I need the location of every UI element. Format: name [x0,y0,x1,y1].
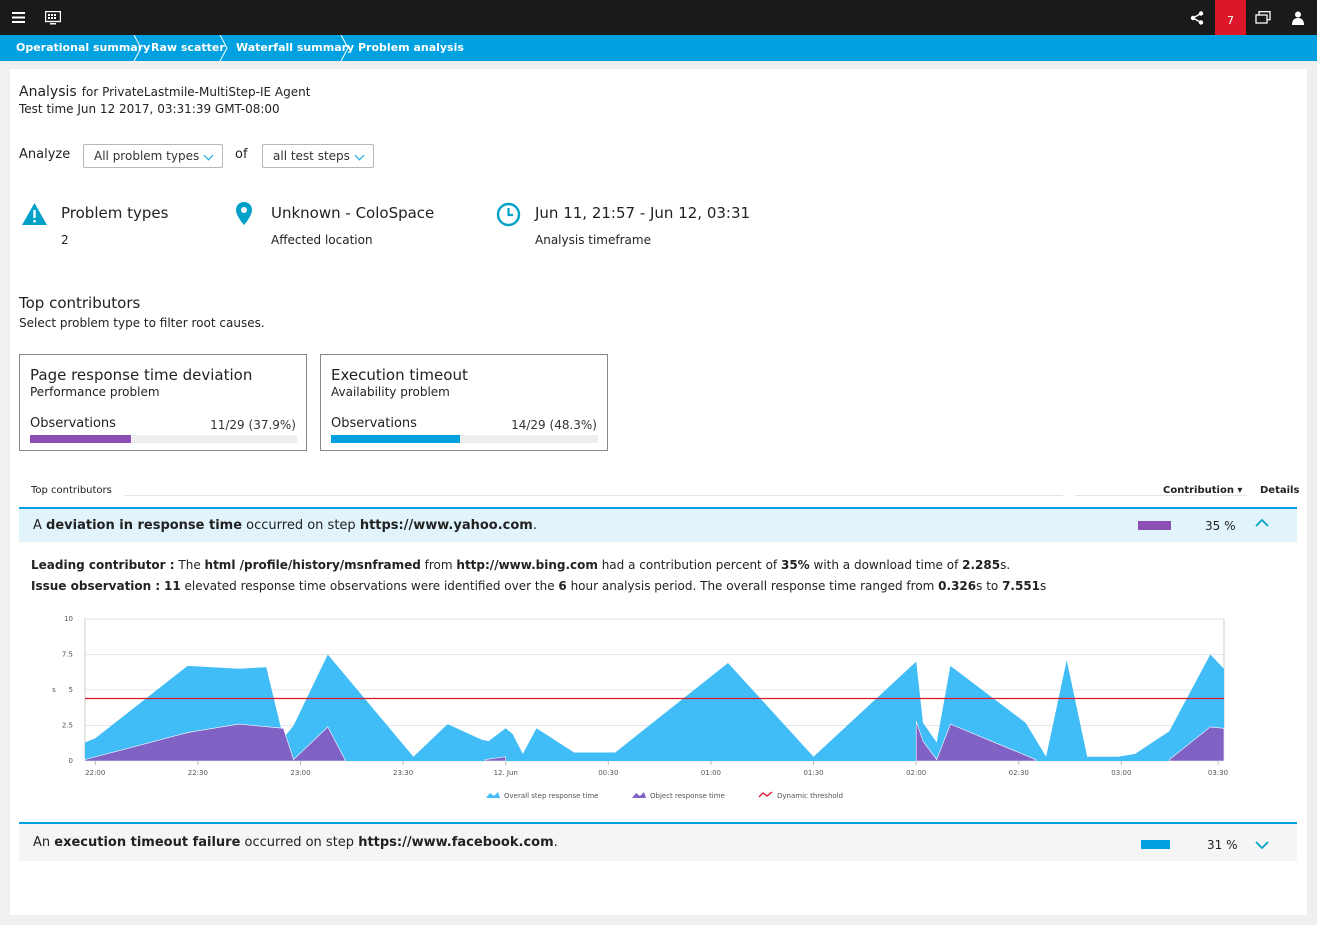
legend-swatch [632,792,646,798]
card-observations-label: Observations [30,416,116,431]
observations-bar-fill [30,435,132,443]
x-tick-label: 22:00 [85,769,105,777]
col-top-contributors: Top contributors [31,485,112,496]
breadcrumb-item-problem-analysis: Problem analysis [358,41,464,54]
contributor-row-yahoo[interactable]: A deviation in response time occurred on… [19,507,1297,542]
row-description: An execution timeout failure occurred on… [33,835,558,850]
breadcrumb-item-raw-scatter[interactable]: Raw scatter [151,35,225,61]
card-subtitle: Performance problem [30,385,160,399]
warning-icon [22,203,47,225]
location-label: Unknown - ColoSpace [271,204,435,222]
breadcrumb-item-waterfall-summary[interactable]: Waterfall summary [236,35,354,61]
main-panel: Analysis for PrivateLastmile-MultiStep-I… [10,69,1307,915]
x-tick-label: 23:30 [393,769,413,777]
observations-bar-fill [331,435,460,443]
breadcrumb-item-operational-summary[interactable]: Operational summary [16,35,150,61]
test-steps-value: all test steps [273,149,350,163]
col-details: Details [1260,485,1300,496]
leading-contributor-text: Leading contributor : The html /profile/… [31,558,1011,572]
x-tick-label: 01:00 [701,769,721,777]
problem-types-count: 2 [61,233,69,247]
windows-icon[interactable] [1252,0,1274,35]
problem-type-dropdown[interactable]: All problem types [83,144,223,168]
problem-type-value: All problem types [94,149,200,163]
analyze-label: Analyze [19,147,71,162]
user-icon[interactable] [1287,0,1309,35]
top-bar: 7 [0,0,1317,35]
x-tick-label: 03:30 [1208,769,1228,777]
location-caption: Affected location [271,233,373,247]
timeframe-caption: Analysis timeframe [535,233,651,247]
issue-observation-text: Issue observation : 11 elevated response… [31,579,1047,593]
contribution-percent: 31 % [1207,838,1238,852]
legend-label: Overall step response time [504,792,598,800]
x-tick-label: 23:00 [290,769,310,777]
observations-bar [30,435,297,443]
location-pin-icon [236,202,252,225]
y-axis-label: s [52,686,56,694]
of-label: of [235,147,248,162]
problem-types-label: Problem types [61,204,169,222]
test-time: Test time Jun 12 2017, 03:31:39 GMT-08:0… [19,102,280,116]
top-contributors-title: Top contributors [19,294,141,312]
contributor-row-facebook[interactable]: An execution timeout failure occurred on… [19,822,1297,861]
clock-icon [496,202,521,227]
y-tick-label: 0 [69,757,73,765]
y-tick-label: 10 [64,615,73,623]
analysis-agent: for PrivateLastmile-MultiStep-IE Agent [81,85,311,99]
y-tick-label: 2.5 [62,722,73,730]
chevron-up-icon[interactable] [1255,518,1269,528]
legend-label: Dynamic threshold [777,792,843,800]
test-steps-dropdown[interactable]: all test steps [262,144,374,168]
legend-label: Object response time [650,792,725,800]
x-tick-label: 22:30 [188,769,208,777]
chevron-down-icon [203,150,214,161]
hamburger-icon[interactable] [6,0,30,35]
y-tick-label: 7.5 [62,651,73,659]
card-title: Page response time deviation [30,366,253,384]
page-title: Analysis for PrivateLastmile-MultiStep-I… [19,81,310,100]
analysis-title: Analysis [19,84,77,100]
observations-bar [331,435,598,443]
legend-swatch [758,791,773,798]
y-tick-label: 5 [69,686,73,694]
col-contribution[interactable]: Contribution ▾ [1163,485,1242,496]
x-tick-label: 03:00 [1111,769,1131,777]
row-description: A deviation in response time occurred on… [33,518,537,533]
contribution-bar [1141,840,1170,849]
monitor-icon[interactable] [42,0,64,35]
problem-card-page-response[interactable]: Page response time deviation Performance… [19,354,307,451]
breadcrumb: Operational summary Raw scatter Waterfal… [0,35,1317,61]
breadcrumb-separator-icon [133,35,142,61]
problem-card-execution-timeout[interactable]: Execution timeout Availability problem O… [320,354,608,451]
breadcrumb-separator-icon [219,35,228,61]
x-tick-label: 02:30 [1009,769,1029,777]
chevron-down-icon [354,150,365,161]
card-subtitle: Availability problem [331,385,450,399]
card-title: Execution timeout [331,366,468,384]
header-divider [125,495,1063,496]
chevron-down-icon[interactable] [1255,840,1269,850]
x-tick-label: 12. Jun [494,769,518,777]
breadcrumb-separator-icon [340,35,349,61]
contribution-bar [1138,521,1171,530]
timeframe-label: Jun 11, 21:57 - Jun 12, 03:31 [535,204,751,222]
legend-swatch [486,792,500,798]
x-tick-label: 02:00 [906,769,926,777]
share-icon[interactable] [1186,0,1208,35]
notifications-badge[interactable]: 7 [1215,0,1246,35]
card-observations-value: 14/29 (48.3%) [511,418,597,432]
x-tick-label: 00:30 [598,769,618,777]
card-observations-value: 11/29 (37.9%) [210,418,296,432]
top-contributors-subtitle: Select problem type to filter root cause… [19,316,265,330]
contribution-percent: 35 % [1205,519,1236,533]
x-tick-label: 01:30 [803,769,823,777]
card-observations-label: Observations [331,416,417,431]
response-time-chart: 0 2.5 5 7.5 10 s 22:00 22:30 23:00 23:30 12. Jun 00… [52,615,1228,800]
